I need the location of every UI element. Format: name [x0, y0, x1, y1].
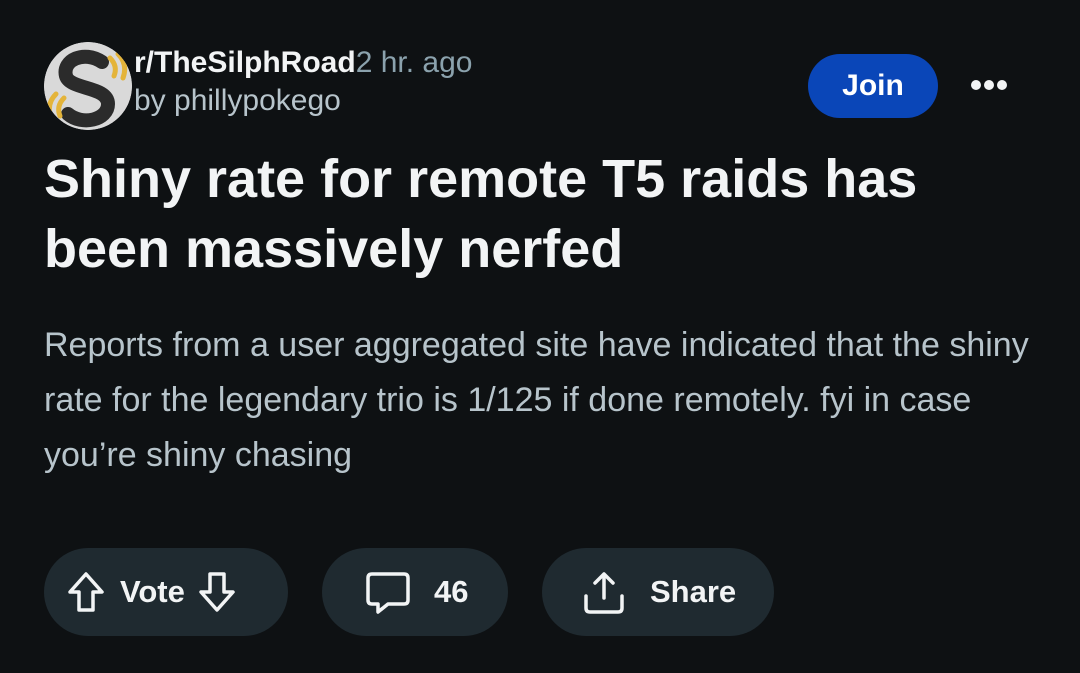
vote-label: Vote: [120, 574, 185, 609]
more-options-button[interactable]: [964, 60, 1014, 110]
upvote-arrow-icon[interactable]: [66, 570, 106, 614]
join-button[interactable]: Join: [808, 54, 938, 118]
subreddit-avatar[interactable]: [44, 42, 132, 130]
author-line[interactable]: by phillypokego: [134, 82, 472, 120]
more-options-icon: [971, 80, 1007, 90]
comment-bubble-icon: [364, 568, 412, 616]
subreddit-name[interactable]: r/TheSilphRoad: [134, 46, 356, 79]
share-upload-icon: [580, 568, 628, 616]
comment-count: 46: [434, 574, 469, 609]
post-title[interactable]: Shiny rate for remote T5 raids has been …: [44, 144, 1044, 284]
post-time: 2 hr. ago: [355, 46, 473, 79]
subreddit-line: r/TheSilphRoad2 hr. ago: [134, 44, 472, 82]
vote-bar: Vote: [44, 548, 288, 636]
share-label: Share: [650, 574, 737, 609]
downvote-arrow-icon[interactable]: [197, 570, 237, 614]
post-body: Reports from a user aggregated site have…: [44, 326, 1029, 474]
post-meta: r/TheSilphRoad2 hr. ago by phillypokego: [134, 44, 472, 120]
share-button[interactable]: Share: [542, 548, 774, 636]
silph-road-logo-icon: [44, 42, 132, 130]
comments-button[interactable]: 46: [322, 548, 508, 636]
post-header: r/TheSilphRoad2 hr. ago by phillypokego …: [44, 40, 1044, 132]
